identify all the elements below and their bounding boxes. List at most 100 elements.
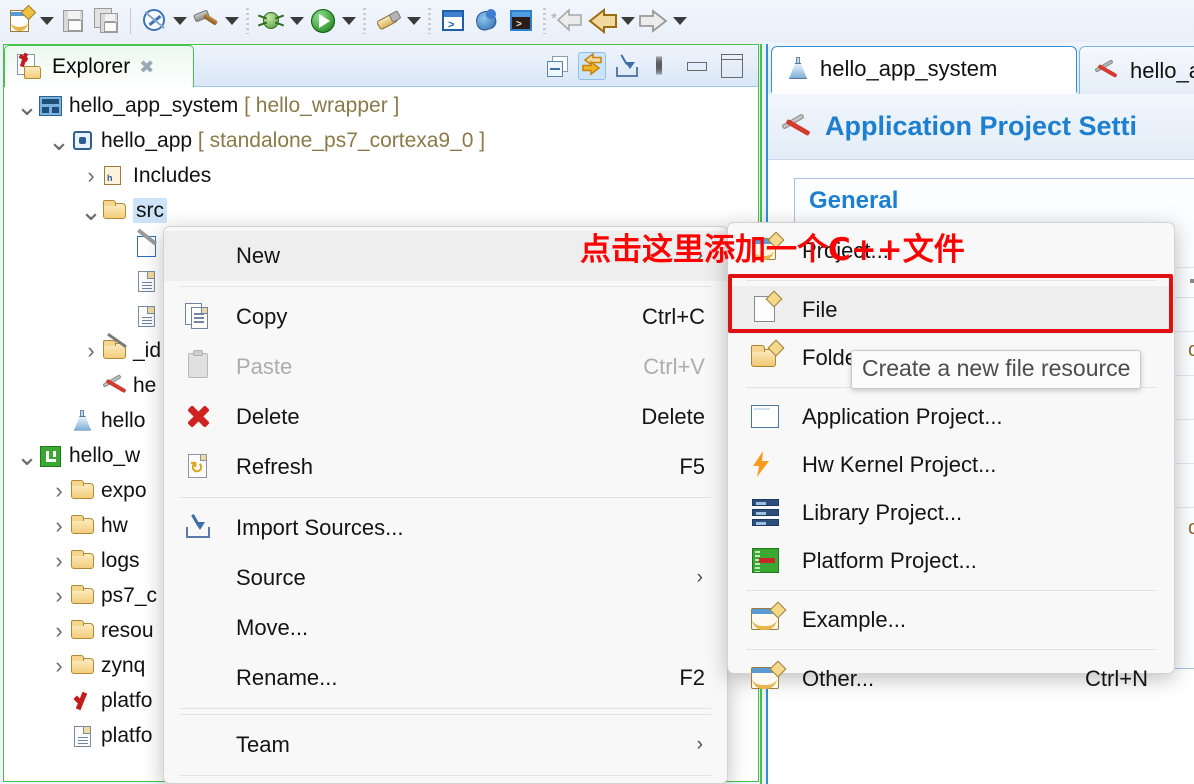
field-value-1: co — [1188, 339, 1194, 361]
link-with-editor-button[interactable] — [578, 51, 606, 80]
folder-pen-icon — [102, 332, 128, 363]
chevron-right-icon: › — [696, 734, 703, 755]
menu-item-move[interactable]: Move... — [164, 603, 727, 653]
toolbar-separator — [246, 8, 249, 34]
launch-dropdown-arrow[interactable] — [405, 4, 423, 38]
application-project-icon — [746, 401, 788, 433]
toolbar-new-wizard[interactable] — [4, 3, 56, 39]
menu-item-copy[interactable]: Copy Ctrl+C — [164, 292, 727, 342]
toolbar-back[interactable] — [585, 3, 637, 39]
submenu-item-platform-project[interactable]: Platform Project... — [728, 537, 1174, 585]
maximize-button[interactable] — [718, 52, 746, 80]
toolbar-open-terminal[interactable]: > — [436, 4, 470, 38]
menu-item-rename[interactable]: Rename... F2 — [164, 653, 727, 703]
forward-arrow-icon — [639, 9, 668, 33]
page-title: Application Project Setti — [825, 111, 1138, 141]
tree-item-label: _id — [133, 338, 162, 362]
import-sources-button[interactable] — [613, 52, 641, 80]
tree-item-label: expo — [101, 478, 147, 502]
menu-item-source[interactable]: Source › — [164, 553, 727, 603]
toolbar-no-debug[interactable] — [137, 3, 189, 39]
toolbar-black-terminal[interactable]: > — [504, 4, 538, 38]
menu-item-import-sources[interactable]: Import Sources... — [164, 503, 727, 553]
submenu-item-file[interactable]: File — [728, 286, 1174, 334]
back-arrow-icon — [588, 8, 617, 34]
chevron-right-icon[interactable]: › — [48, 653, 70, 678]
menu-item-delete[interactable]: Delete Delete — [164, 392, 727, 442]
submenu-item-other[interactable]: Other... Ctrl+N — [728, 655, 1174, 703]
new-folder-icon — [746, 339, 788, 374]
chevron-right-icon[interactable]: › — [80, 338, 102, 363]
menu-item-shortcut: F2 — [679, 665, 705, 690]
chevron-right-icon[interactable]: › — [48, 513, 70, 538]
bug-icon — [257, 7, 285, 35]
submenu-item-library-project[interactable]: Library Project... — [728, 489, 1174, 537]
build-dropdown-arrow[interactable] — [223, 4, 241, 38]
tree-item-label: he — [133, 373, 157, 397]
tooltip: Create a new file resource — [851, 350, 1142, 389]
back-dropdown-arrow[interactable] — [619, 4, 637, 38]
minimize-button[interactable] — [683, 52, 711, 80]
chevron-right-icon[interactable]: › — [48, 618, 70, 643]
menu-item-icon-empty — [180, 730, 220, 760]
submenu-item-application-project[interactable]: Application Project... — [728, 393, 1174, 441]
submenu-item-shortcut: Ctrl+N — [1085, 666, 1148, 691]
chevron-down-icon[interactable]: ⌄ — [16, 443, 38, 469]
menu-separator — [180, 497, 711, 498]
toolbar-save[interactable] — [56, 4, 90, 38]
folder-icon — [102, 199, 128, 223]
tree-item[interactable]: ⌄ src — [4, 193, 760, 228]
red-check-icon — [70, 689, 96, 713]
editor-tab-hello-app-system[interactable]: hello_app_system — [771, 46, 1077, 94]
chevron-down-icon[interactable]: ⌄ — [48, 128, 70, 154]
toolbar-run[interactable] — [306, 3, 358, 39]
context-menu[interactable]: New › Copy Ctrl+C Paste Ctrl+V Delete Delete ↻ Re… — [163, 226, 728, 784]
chevron-down-icon[interactable]: ⌄ — [16, 93, 38, 119]
toolbar-build[interactable] — [189, 3, 241, 39]
view-menu-button[interactable] — [648, 52, 676, 80]
new-submenu[interactable]: Project... File Folder Application Project.… — [727, 222, 1175, 691]
chevron-right-icon[interactable]: › — [48, 478, 70, 503]
menu-item-label: New — [236, 243, 281, 268]
run-dropdown-arrow[interactable] — [340, 4, 358, 38]
debug-dropdown-arrow[interactable] — [288, 4, 306, 38]
submenu-item-hw-kernel-project[interactable]: Hw Kernel Project... — [728, 441, 1174, 489]
menu-item-refresh[interactable]: ↻ Refresh F5 — [164, 442, 727, 492]
tree-item-label: platfo — [101, 688, 153, 712]
new-wizard-dropdown-arrow[interactable] — [38, 4, 56, 38]
paste-icon — [180, 350, 220, 382]
chevron-right-icon[interactable]: › — [48, 548, 70, 573]
submenu-item-label: File — [802, 297, 838, 322]
tree-item[interactable]: › h Includes — [4, 158, 760, 193]
menu-item-shortcut: Ctrl+C — [642, 304, 705, 329]
no-debug-dropdown-arrow[interactable] — [171, 4, 189, 38]
new-file-icon — [746, 290, 788, 326]
forward-dropdown-arrow[interactable] — [671, 4, 689, 38]
collapse-all-button[interactable] — [543, 52, 571, 80]
rocket-icon — [374, 7, 402, 35]
includes-icon: h — [102, 163, 128, 188]
chevron-down-icon[interactable]: ⌄ — [80, 198, 102, 224]
tree-item-label: logs — [101, 548, 140, 572]
tools-icon — [781, 112, 813, 141]
tab-explorer[interactable]: Explorer ✖ — [4, 45, 194, 87]
toolbar-save-all[interactable] — [90, 4, 124, 38]
tree-item-label: hello_app [ standalone_ps7_cortexa9_0 ] — [101, 128, 486, 152]
toolbar-forward[interactable] — [637, 3, 689, 39]
toolbar-xsdk[interactable] — [470, 4, 504, 38]
folder-icon — [70, 479, 96, 503]
chevron-right-icon[interactable]: › — [80, 163, 102, 188]
system-icon — [38, 94, 64, 118]
toolbar-launch[interactable] — [371, 3, 423, 39]
field-value-2: oc — [1188, 517, 1194, 539]
tree-item[interactable]: ⌄ hello_app [ standalone_ps7_cortexa9_0 ] — [4, 123, 760, 158]
chevron-right-icon[interactable]: › — [48, 583, 70, 608]
save-all-icon — [93, 7, 121, 35]
tree-item[interactable]: ⌄ hello_app_system [ hello_wrapper ] — [4, 88, 760, 123]
close-icon[interactable]: ✖ — [139, 58, 154, 76]
menu-item-team[interactable]: Team › — [164, 720, 727, 770]
submenu-item-example[interactable]: Example... — [728, 596, 1174, 644]
editor-tab-hello-a[interactable]: hello_a — [1079, 46, 1194, 94]
toolbar-debug[interactable] — [254, 3, 306, 39]
library-project-icon — [746, 497, 788, 529]
